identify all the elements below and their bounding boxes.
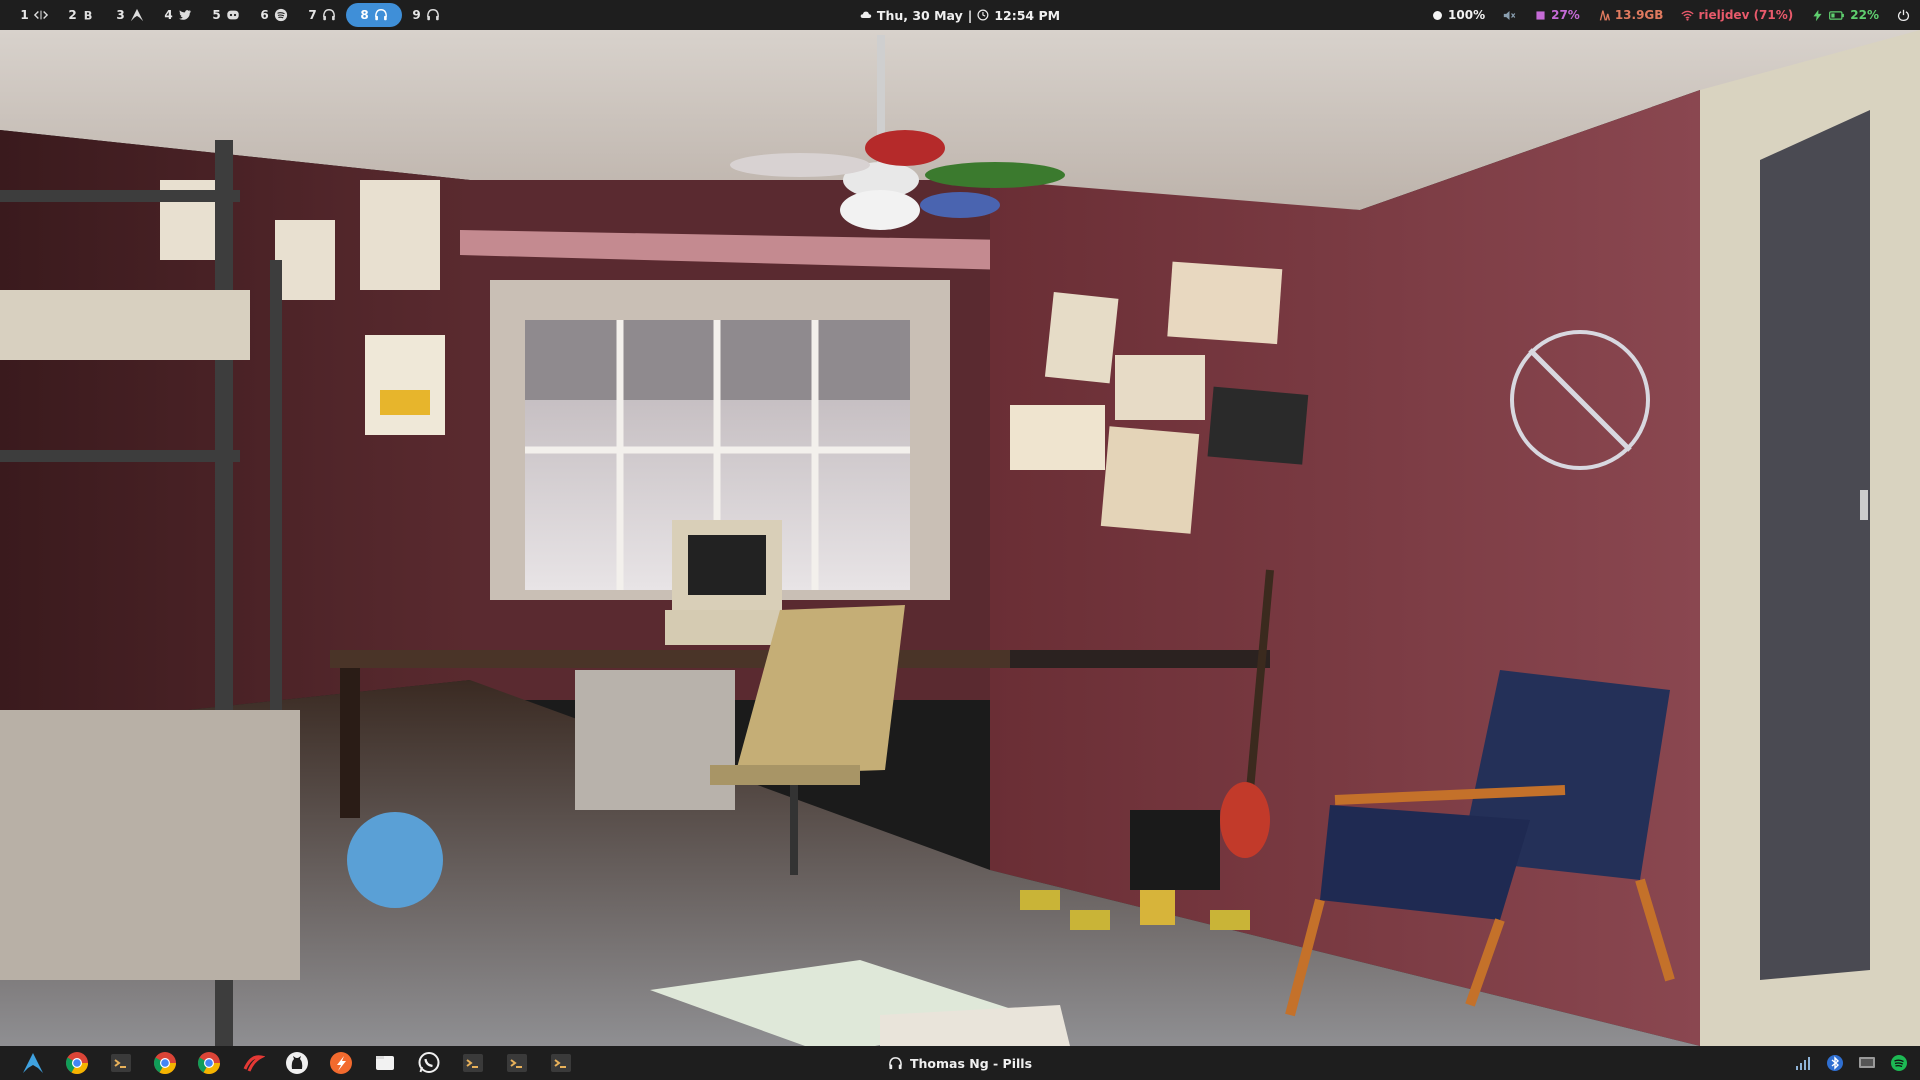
memory-value: 13.9GB (1614, 8, 1664, 22)
workspace-number: 2 (68, 8, 77, 22)
rstudio-icon (243, 1055, 265, 1072)
tray-spotify[interactable] (1888, 1052, 1910, 1074)
dock-whatsapp[interactable] (414, 1048, 444, 1078)
tray-network[interactable] (1792, 1052, 1814, 1074)
clock-time: 12:54 PM (994, 7, 1061, 23)
cpu-module[interactable]: 27% (1534, 8, 1580, 22)
github-icon (286, 1052, 308, 1074)
cpu-icon (1536, 10, 1545, 20)
headphones-icon (374, 9, 387, 21)
power-icon (1897, 9, 1910, 21)
dock-chrome-1[interactable] (62, 1048, 92, 1078)
now-playing-widget[interactable]: Thomas Ng - Pills (888, 1056, 1032, 1071)
battery-module[interactable]: 22% (1811, 8, 1879, 22)
workspace-number: 9 (412, 8, 421, 22)
bedroom-scene-illustration (0, 30, 1920, 1046)
dock-chrome-2[interactable] (150, 1048, 180, 1078)
chrome-icon (198, 1052, 220, 1074)
workspace-number: 4 (164, 8, 173, 22)
dock-brave[interactable] (326, 1048, 356, 1078)
clock-widget[interactable]: Thu, 30 May | 12:54 PM (860, 8, 1060, 23)
workspace-8[interactable]: 8 (346, 3, 402, 27)
discord-icon (226, 10, 239, 20)
terminal-icon (551, 1054, 571, 1072)
dock-rstudio[interactable] (238, 1048, 268, 1078)
memory-icon (1599, 9, 1610, 21)
top-bar: 1 2 B 3 4 5 6 7 8 9 Thu, 30 May | 12:54 … (0, 0, 1920, 30)
dock-terminal-1[interactable] (106, 1048, 136, 1078)
workspace-9[interactable]: 9 (402, 3, 450, 27)
workspace-number: 1 (20, 8, 29, 22)
terminal-icon (111, 1054, 131, 1072)
desktop-wallpaper (0, 30, 1920, 1046)
bluetooth-icon (1827, 1055, 1843, 1071)
workspace-switcher: 1 2 B 3 4 5 6 7 8 9 (10, 3, 450, 27)
spotify-tray-icon (1891, 1055, 1907, 1071)
brightness-value: 100% (1448, 8, 1486, 22)
power-button[interactable] (1897, 9, 1910, 22)
brightness-icon (1433, 10, 1442, 20)
wifi-icon (1681, 10, 1695, 21)
workspace-2[interactable]: 2 B (58, 3, 106, 27)
status-modules: 100% 27% 13.9GB rieljdev (71%) 22% (1431, 8, 1910, 22)
cpu-value: 27% (1551, 8, 1580, 22)
clock-separator: | (967, 7, 973, 23)
arch-launcher-icon (23, 1053, 43, 1073)
workspace-4[interactable]: 4 (154, 3, 202, 27)
workspace-number: 5 (212, 8, 221, 22)
headphones-icon (426, 9, 439, 21)
workspace-3[interactable]: 3 (106, 3, 154, 27)
app-dock (0, 1048, 576, 1078)
cloud-icon (860, 11, 872, 18)
battery-icon (1829, 10, 1845, 20)
brightness-module[interactable]: 100% (1431, 8, 1485, 22)
dock-app-launcher[interactable] (18, 1048, 48, 1078)
dock-terminal-4[interactable] (546, 1048, 576, 1078)
system-tray (1792, 1052, 1910, 1074)
network-bars-icon (1796, 1057, 1810, 1070)
workspace-number: 7 (308, 8, 317, 22)
dock-terminal-2[interactable] (458, 1048, 488, 1078)
tray-display[interactable] (1856, 1052, 1878, 1074)
whatsapp-icon (418, 1052, 440, 1073)
tray-bluetooth[interactable] (1824, 1052, 1846, 1074)
battery-value: 22% (1850, 8, 1879, 22)
clock-date: Thu, 30 May (876, 7, 963, 23)
workspace-6[interactable]: 6 (250, 3, 298, 27)
headphones-icon (322, 9, 335, 21)
svg-text:B: B (83, 8, 92, 22)
dock-chrome-3[interactable] (194, 1048, 224, 1078)
arch-icon (130, 8, 143, 22)
workspace-7[interactable]: 7 (298, 3, 346, 27)
twitter-icon (178, 10, 191, 20)
dock-terminal-3[interactable] (502, 1048, 532, 1078)
headphones-icon (889, 1056, 902, 1069)
terminal-icon (507, 1054, 527, 1072)
clock-icon (977, 9, 989, 21)
wifi-value: rieljdev (71%) (1698, 8, 1794, 22)
files-icon (376, 1056, 394, 1070)
memory-module[interactable]: 13.9GB (1598, 8, 1664, 22)
workspace-number: 8 (360, 8, 369, 22)
now-playing-title: Thomas Ng - Pills (909, 1055, 1033, 1071)
spotify-icon (274, 8, 287, 22)
brave-icon (330, 1052, 352, 1074)
code-icon (33, 10, 48, 20)
dock-files[interactable] (370, 1048, 400, 1078)
dock-github[interactable] (282, 1048, 312, 1078)
charging-icon (1813, 9, 1822, 21)
chrome-icon (66, 1052, 88, 1074)
workspace-1[interactable]: 1 (10, 3, 58, 27)
workspace-number: 3 (116, 8, 125, 22)
bottom-bar: Thomas Ng - Pills (0, 1046, 1920, 1080)
display-icon (1859, 1057, 1875, 1068)
workspace-5[interactable]: 5 (202, 3, 250, 27)
mute-icon (1503, 10, 1516, 20)
wifi-module[interactable]: rieljdev (71%) (1681, 8, 1793, 22)
bitcoin-icon: B (83, 8, 92, 22)
volume-module[interactable] (1503, 9, 1516, 22)
chrome-icon (154, 1052, 176, 1074)
workspace-number: 6 (260, 8, 269, 22)
terminal-icon (463, 1054, 483, 1072)
